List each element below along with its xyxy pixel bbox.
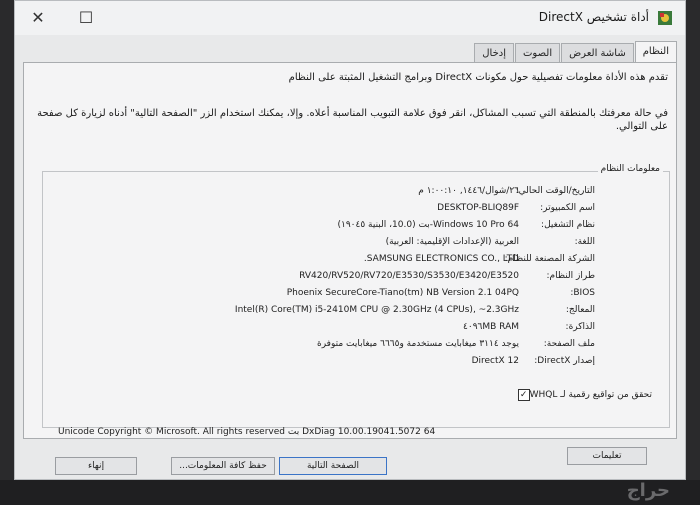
info-value: العربية (الإعدادات الإقليمية: العربية) xyxy=(385,237,519,247)
info-label: اسم الكمبيوتر: xyxy=(540,203,595,213)
maximize-button[interactable]: ☐ xyxy=(73,5,99,29)
system-info-label: معلومات النظام xyxy=(597,164,663,174)
tab-sound[interactable]: الصوت xyxy=(515,43,561,63)
info-value: ٤٠٩٦MB RAM xyxy=(463,322,519,332)
info-value: يوجد ٣١١٤ ميغابايت مستخدمة و٦٦٦٥ ميغاباي… xyxy=(317,339,519,349)
info-label: BIOS: xyxy=(570,288,595,298)
info-value: RV420/RV520/RV720/E3530/S3530/E3420/E352… xyxy=(299,271,519,281)
maximize-icon: ☐ xyxy=(78,7,94,27)
save-all-info-button[interactable]: حفظ كافة المعلومات... xyxy=(171,457,275,475)
window-title: أداة تشخيص DirectX xyxy=(538,10,649,24)
close-button[interactable]: ✕ xyxy=(25,5,51,29)
help-button[interactable]: تعليمات xyxy=(567,447,647,465)
info-value: DESKTOP-BLIQ89F xyxy=(437,203,519,213)
exit-button[interactable]: إنهاء xyxy=(55,457,137,475)
system-tab-panel: تقدم هذه الأداة معلومات تفصيلية حول مكون… xyxy=(23,62,677,439)
whql-label: تحقق من تواقيع رقمية لـ WHQL xyxy=(529,390,652,400)
info-row-memory: الذاكرة: ٤٠٩٦MB RAM xyxy=(43,322,669,339)
info-label: ملف الصفحة: xyxy=(543,339,595,349)
dxdiag-window: ✕ ☐ أداة تشخيص DirectX النظام شاشة العرض… xyxy=(14,0,686,480)
info-row-bios: BIOS: Phoenix SecureCore-Tiano(tm) NB Ve… xyxy=(43,288,669,305)
info-label: المعالج: xyxy=(565,305,595,315)
intro-help-text: في حالة معرفتك بالمنطقة التي تسبب المشاك… xyxy=(37,108,668,132)
intro-text: تقدم هذه الأداة معلومات تفصيلية حول مكون… xyxy=(288,72,668,83)
info-value: Intel(R) Core(TM) i5-2410M CPU @ 2.30GHz… xyxy=(234,305,519,315)
info-row-directx-version: إصدار DirectX: DirectX 12 xyxy=(43,356,669,373)
info-label: التاريخ/الوقت الحالي: xyxy=(515,186,595,196)
info-row-os: نظام التشغيل: Windows 10 Pro 64-بت (10.0… xyxy=(43,220,669,237)
title-bar: ✕ ☐ أداة تشخيص DirectX xyxy=(15,1,685,35)
info-value: SAMSUNG ELECTRONICS CO., LTD. xyxy=(363,254,519,264)
info-row-computer-name: اسم الكمبيوتر: DESKTOP-BLIQ89F xyxy=(43,203,669,220)
info-value: DirectX 12 xyxy=(471,356,519,366)
info-row-page-file: ملف الصفحة: يوجد ٣١١٤ ميغابايت مستخدمة و… xyxy=(43,339,669,356)
whql-checkbox[interactable]: ✓ xyxy=(517,389,530,401)
info-label: طراز النظام: xyxy=(546,271,595,281)
tab-input[interactable]: إدخال xyxy=(474,43,515,63)
whql-check-option[interactable]: ✓ تحقق من تواقيع رقمية لـ WHQL xyxy=(514,389,652,401)
info-label: إصدار DirectX: xyxy=(534,356,595,366)
info-value: ٢٦/شوال/١٤٤٦, ١:٠٠:١٠ م xyxy=(418,186,519,196)
photo-bottom-edge xyxy=(0,480,700,505)
info-row-processor: المعالج: Intel(R) Core(TM) i5-2410M CPU … xyxy=(43,305,669,322)
info-label: اللغة: xyxy=(574,237,595,247)
info-row-model: طراز النظام: RV420/RV520/RV720/E3530/S35… xyxy=(43,271,669,288)
dxdiag-app-icon xyxy=(658,11,672,25)
info-row-datetime: التاريخ/الوقت الحالي: ٢٦/شوال/١٤٤٦, ١:٠٠… xyxy=(43,186,669,203)
info-value: Windows 10 Pro 64-بت (10.0، البنية ١٩٠٤٥… xyxy=(337,220,520,230)
copyright-text: Unicode Copyright © Microsoft. All right… xyxy=(58,427,436,437)
close-icon: ✕ xyxy=(31,7,45,27)
info-value: Phoenix SecureCore-Tiano(tm) NB Version … xyxy=(286,288,519,298)
info-label: الذاكرة: xyxy=(565,322,595,332)
info-row-manufacturer: الشركة المصنعة للنظام: SAMSUNG ELECTRONI… xyxy=(43,254,669,271)
info-label: نظام التشغيل: xyxy=(541,220,595,230)
tab-strip: النظام شاشة العرض الصوت إدخال xyxy=(473,41,677,65)
next-page-button[interactable]: الصفحة التالية xyxy=(279,457,387,475)
tab-display[interactable]: شاشة العرض xyxy=(561,43,634,63)
watermark: حراج xyxy=(626,480,670,501)
info-row-language: اللغة: العربية (الإعدادات الإقليمية: الع… xyxy=(43,237,669,254)
